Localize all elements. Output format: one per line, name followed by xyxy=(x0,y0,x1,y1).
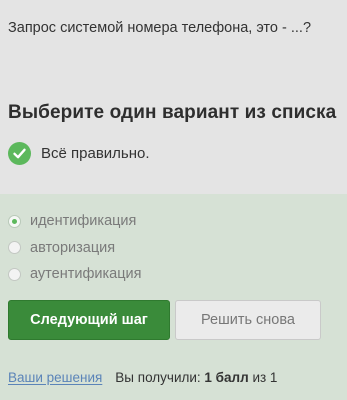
solutions-link[interactable]: Ваши решения xyxy=(8,370,102,385)
option-item[interactable]: идентификация xyxy=(8,208,141,235)
option-label: идентификация xyxy=(30,213,137,230)
option-label: авторизация xyxy=(30,239,116,256)
options-list: идентификация авторизация аутентификация xyxy=(8,208,141,288)
score-suffix: из 1 xyxy=(252,370,278,385)
next-step-button[interactable]: Следующий шаг xyxy=(8,300,170,340)
feedback-text: Всё правильно. xyxy=(41,144,150,162)
option-label: аутентификация xyxy=(30,266,142,283)
instruction-heading: Выберите один вариант из списка xyxy=(8,102,337,123)
score-text: Вы получили: 1 балл из 1 xyxy=(115,370,277,385)
score-prefix: Вы получили: xyxy=(115,370,201,385)
check-circle-icon xyxy=(8,141,31,165)
option-item[interactable]: аутентификация xyxy=(8,261,141,288)
option-item[interactable]: авторизация xyxy=(8,235,141,262)
feedback-message: Всё правильно. xyxy=(8,141,150,165)
footer: Ваши решения Вы получили: 1 балл из 1 xyxy=(8,370,277,385)
radio-button[interactable] xyxy=(8,267,21,281)
radio-button[interactable] xyxy=(8,241,21,255)
retry-button[interactable]: Решить снова xyxy=(175,300,321,340)
radio-dot xyxy=(12,218,17,224)
score-value: 1 балл xyxy=(204,370,249,385)
question-text: Запрос системой номера телефона, это - .… xyxy=(8,20,312,36)
radio-button-selected[interactable] xyxy=(8,214,21,228)
